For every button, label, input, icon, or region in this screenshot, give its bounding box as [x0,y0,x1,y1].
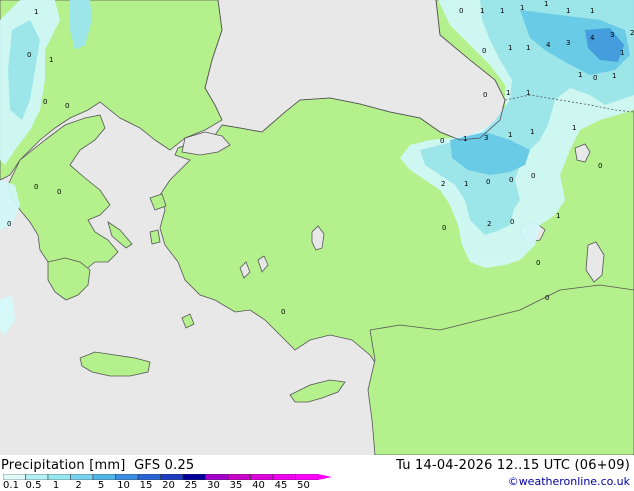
map-label: 3 [610,31,614,39]
scale-swatch [47,474,71,480]
map-label: 1 [590,7,594,15]
scale-tick-label: 10 [117,480,130,491]
map-label: 0 [483,91,487,99]
map-label: 0 [281,308,285,316]
map-label: 0 [598,162,602,170]
scale-tick-label: 40 [252,480,265,491]
legend-bar: Precipitation [mm] GFS 0.25 Tu 14-04-202… [0,455,634,491]
land-chios [149,229,161,245]
scale-tick-label: 2 [75,480,82,491]
map-label: 0 [531,172,535,180]
map-label: 1 [500,7,504,15]
map-label: 0 [545,294,549,302]
scale-tick-label: 45 [274,480,288,491]
map-label: 1 [566,7,570,15]
map-label: 1 [578,71,582,79]
map-label: 0 [509,176,513,184]
valid-time: Tu 14-04-2026 12..15 UTC (06+09) [396,458,630,473]
credit-link[interactable]: ©weatheronline.co.uk [508,475,630,488]
map-label: 4 [546,41,551,49]
scale-swatch [70,474,94,480]
map-label: 0 [459,7,463,15]
model-name: GFS 0.25 [134,458,195,473]
scale-tick-label: 5 [97,480,105,491]
precipitation-map: 1 0 1 0 0 0 0 0 0 1 1 1 1 1 1 1 1 4 3 4 … [0,0,634,455]
scale-tick-label: 1 [52,480,60,491]
map-label: 1 [49,56,53,64]
map-label: 1 [506,89,510,97]
scale-tick-label: 35 [229,480,243,491]
map-label: 0 [442,224,446,232]
scale-tick-label: 25 [184,480,198,491]
map-label: 0 [593,74,597,82]
scale-tick-label: 20 [162,480,175,491]
map-label: 1 [520,4,524,12]
map-label: 4 [590,34,595,42]
map-label: 1 [508,131,512,139]
map-label: 2 [487,220,491,228]
map-label: 0 [65,102,69,110]
map-label: 0 [27,51,31,59]
map-label: 3 [484,134,488,142]
map-label: 1 [508,44,512,52]
legend-title: Precipitation [mm] GFS 0.25 [1,458,194,473]
map-label: 3 [566,39,570,47]
map-label: 1 [526,89,530,97]
map-label: 1 [544,0,548,8]
map-label: 1 [530,128,534,136]
scale-tick-label: 15 [139,480,153,491]
map-label: 0 [536,259,540,267]
map-label: 1 [463,135,467,143]
scale-arrow [318,474,332,480]
map-label: 0 [482,47,486,55]
scale-tick-label: 0.5 [25,480,42,491]
scale-swatch [92,474,116,480]
product-title: Precipitation [mm] [1,458,126,473]
scale-tick-label: 0.1 [3,480,19,491]
map-label: 0 [43,98,47,106]
map-label: 1 [612,72,616,80]
map-label: 1 [620,49,624,57]
map-label: 1 [34,8,38,16]
map-label: 1 [480,7,484,15]
map-label: 2 [441,180,445,188]
map-label: 1 [464,180,468,188]
map-label: 0 [510,218,514,226]
map-label: 1 [526,44,530,52]
scale-tick-label: 30 [207,480,220,491]
scale-tick-label: 50 [297,480,310,491]
map-label: 1 [556,212,560,220]
map-label: 0 [440,137,444,145]
map-label: 2 [630,29,634,37]
map-label: 0 [486,178,490,186]
map-label: 0 [34,183,38,191]
map-label: 0 [57,188,61,196]
map-label: 0 [7,220,11,228]
map-label: 1 [572,124,576,132]
